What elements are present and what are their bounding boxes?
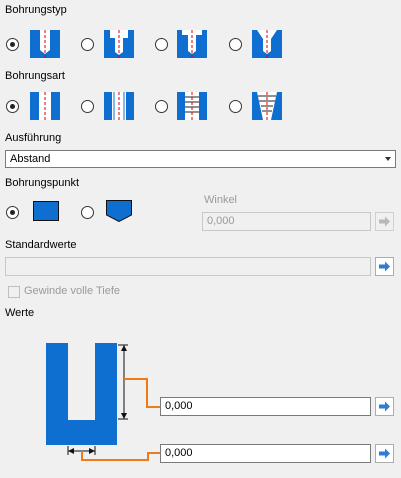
bohrungsart-radio-clearance[interactable] <box>81 100 94 113</box>
counterbore-hole-icon <box>104 30 134 58</box>
bohrungspunkt-label: Bohrungspunkt <box>5 177 79 189</box>
ausfuehrung-select[interactable]: Abstand <box>5 150 396 168</box>
part-section <box>46 343 117 445</box>
countersink-hole-icon <box>252 30 282 58</box>
simple-drill-icon <box>30 92 60 120</box>
bohrungstyp-radio-spotface[interactable] <box>155 38 168 51</box>
simple-hole-icon <box>30 30 60 58</box>
diameter-field[interactable]: 0,000 <box>160 444 371 463</box>
chevron-down-icon <box>385 157 391 161</box>
depth-leader <box>124 378 160 408</box>
arrow-right-icon <box>379 401 390 412</box>
spotface-hole-icon <box>177 30 207 58</box>
werte-label: Werte <box>5 307 35 319</box>
bohrungsart-radio-tapped[interactable] <box>155 100 168 113</box>
gewinde-volle-tiefe-checkbox[interactable] <box>8 286 20 298</box>
taper-tapped-hole-icon <box>252 92 282 120</box>
standardwerte-field[interactable] <box>5 257 371 276</box>
standardwerte-label: Standardwerte <box>5 239 77 251</box>
diameter-arrow-button[interactable] <box>375 444 394 463</box>
ausfuehrung-label: Ausführung <box>5 132 62 144</box>
depth-field[interactable]: 0,000 <box>160 397 371 416</box>
bohrungsart-label: Bohrungsart <box>5 70 65 82</box>
diameter-leader <box>81 451 160 461</box>
ausfuehrung-selected-value: Abstand <box>10 153 51 165</box>
winkel-field[interactable]: 0,000 <box>202 212 371 231</box>
bohrungsart-radio-simple[interactable] <box>6 100 19 113</box>
bohrungstyp-label: Bohrungstyp <box>5 4 67 16</box>
bohrungstyp-radio-simple[interactable] <box>6 38 19 51</box>
bohrungspunkt-radio-angle[interactable] <box>81 206 94 219</box>
standardwerte-arrow-button[interactable] <box>375 257 394 276</box>
tapped-hole-icon <box>177 92 207 120</box>
bohrungspunkt-radio-flat[interactable] <box>6 206 19 219</box>
arrow-right-icon <box>379 261 390 272</box>
arrow-right-icon <box>379 448 390 459</box>
winkel-arrow-button[interactable] <box>375 212 394 231</box>
flat-bottom-icon <box>33 201 59 221</box>
clearance-hole-icon <box>104 92 134 120</box>
angle-bottom-icon <box>106 200 132 222</box>
winkel-label: Winkel <box>204 194 238 206</box>
arrow-right-icon <box>379 216 390 227</box>
depth-arrow-button[interactable] <box>375 397 394 416</box>
bohrungstyp-radio-counterbore[interactable] <box>81 38 94 51</box>
bohrungstyp-radio-countersink[interactable] <box>229 38 242 51</box>
gewinde-volle-tiefe-label: Gewinde volle Tiefe <box>24 285 120 297</box>
bohrungsart-radio-taper[interactable] <box>229 100 242 113</box>
